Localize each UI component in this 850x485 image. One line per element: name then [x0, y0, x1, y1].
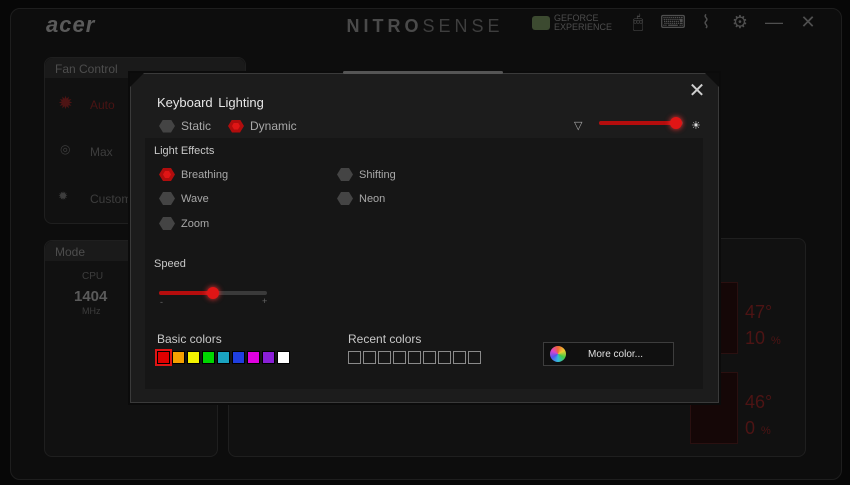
recent-color-slot[interactable] [438, 351, 451, 364]
recent-color-slot[interactable] [453, 351, 466, 364]
basic-colors-label: Basic colors [157, 332, 222, 346]
cpu-usage-unit: % [771, 335, 781, 347]
cpu-unit: MHz [82, 306, 101, 316]
light-effects-label: Light Effects [154, 145, 215, 157]
brightness-slider[interactable] [599, 114, 683, 132]
effect-neon-label: Neon [359, 192, 386, 205]
recent-color-slot[interactable] [408, 351, 421, 364]
radio-hex-selected-icon [159, 168, 175, 181]
effect-wave[interactable]: Wave [159, 192, 209, 205]
app-title-light: SENSE [422, 16, 504, 36]
basic-colors-row [155, 349, 290, 366]
color-swatch[interactable] [232, 351, 245, 364]
mode-dynamic-label: Dynamic [250, 119, 297, 133]
radio-hex-icon [159, 217, 175, 230]
brightness-low-icon: ▽ [574, 120, 583, 132]
color-swatch[interactable] [277, 351, 290, 364]
radio-hex-icon [337, 168, 353, 181]
color-swatch[interactable] [202, 351, 215, 364]
effect-zoom-label: Zoom [181, 217, 210, 230]
recent-colors-label: Recent colors [348, 332, 422, 346]
fan-auto-icon: ✹ [58, 93, 74, 113]
effect-shifting-label: Shifting [359, 168, 396, 181]
cpu-usage: 10 [745, 328, 766, 348]
effect-zoom[interactable]: Zoom [159, 217, 209, 230]
speed-max-label: + [262, 296, 268, 306]
mode-static-label: Static [181, 119, 212, 133]
app-title-bold: NITRO [346, 16, 423, 36]
title-bar-icons: GEFORCE EXPERIENCE 🖱 ⌨ ⌇ ⚙ — ✕ [531, 12, 820, 33]
gpu-temperature: 46° [745, 392, 773, 412]
recent-color-slot[interactable] [468, 351, 481, 364]
gpu-usage: 0 [745, 418, 756, 438]
fan-custom-icon: ✹ [58, 189, 69, 203]
color-swatch[interactable] [155, 349, 172, 366]
speed-label: Speed [154, 258, 186, 270]
geforce-line2: EXPERIENCE [553, 21, 612, 32]
dialog-top-tab [343, 71, 503, 74]
recent-color-slot[interactable] [378, 351, 391, 364]
dynamic-settings-panel: Light Effects Breathing Wave Zoom Shifti… [145, 138, 703, 389]
fan-custom-label[interactable]: Custom [90, 192, 131, 206]
effect-neon[interactable]: Neon [337, 192, 385, 205]
nvidia-eye-icon [531, 15, 550, 30]
radio-hex-icon [159, 192, 175, 205]
fan-auto-label[interactable]: Auto [90, 98, 115, 112]
color-swatch[interactable] [172, 351, 185, 364]
speed-min-label: - [160, 297, 163, 307]
gpu-usage-unit: % [761, 425, 771, 437]
color-swatch[interactable] [262, 351, 275, 364]
brightness-thumb[interactable] [670, 117, 683, 129]
geforce-experience-button[interactable]: GEFORCE EXPERIENCE [531, 13, 612, 32]
speed-slider[interactable] [159, 284, 267, 302]
fan-max-icon: ◎ [60, 142, 71, 156]
effect-breathing-label: Breathing [181, 168, 229, 181]
audio-wave-icon[interactable]: ⌇ [694, 12, 718, 33]
radio-hex-icon [337, 192, 353, 205]
gear-icon[interactable]: ⚙ [728, 12, 752, 33]
radio-hex-selected-icon [228, 119, 244, 133]
recent-color-slot[interactable] [363, 351, 376, 364]
more-color-button[interactable]: More color... [543, 342, 674, 366]
recent-color-slot[interactable] [423, 351, 436, 364]
color-swatch[interactable] [187, 351, 200, 364]
brightness-fill [599, 121, 677, 125]
mode-static[interactable]: Static [159, 119, 211, 133]
effect-wave-label: Wave [181, 192, 209, 205]
effect-breathing[interactable]: Breathing [159, 168, 228, 181]
color-swatch[interactable] [247, 351, 260, 364]
mouse-icon[interactable]: 🖱 [626, 12, 650, 33]
dialog-title: Keyboard Lighting [157, 95, 264, 110]
mode-dynamic[interactable]: Dynamic [228, 119, 297, 133]
close-icon[interactable]: ✕ [796, 12, 820, 33]
more-color-label: More color... [588, 348, 644, 360]
keyboard-lighting-dialog: Keyboard Lighting ✕ Static Dynamic ▽ ☀ L… [130, 71, 719, 403]
dialog-close-button[interactable]: ✕ [687, 81, 707, 101]
color-palette-icon [550, 346, 566, 362]
speed-thumb[interactable] [207, 287, 219, 299]
radio-hex-icon [159, 119, 175, 133]
color-swatch[interactable] [217, 351, 230, 364]
speed-fill [159, 291, 213, 295]
fan-max-label[interactable]: Max [90, 145, 113, 159]
recent-color-slot[interactable] [348, 351, 361, 364]
minimize-icon[interactable]: — [762, 12, 786, 33]
recent-colors-row [348, 351, 481, 364]
cpu-frequency: 1404 [74, 288, 108, 305]
cpu-label: CPU [82, 271, 104, 282]
keyboard-icon[interactable]: ⌨ [660, 12, 686, 33]
effect-shifting[interactable]: Shifting [337, 168, 396, 181]
title-bar: acer NITROSENSE GEFORCE EXPERIENCE 🖱 ⌨ ⌇ … [0, 0, 850, 50]
cpu-temperature: 47° [745, 302, 773, 322]
recent-color-slot[interactable] [393, 351, 406, 364]
brightness-high-icon: ☀ [691, 120, 701, 132]
